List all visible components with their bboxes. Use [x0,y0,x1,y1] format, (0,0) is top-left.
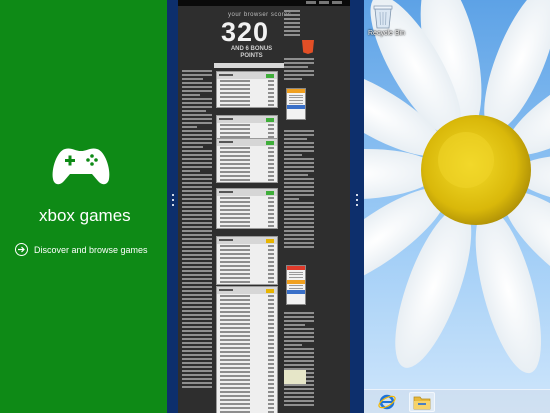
sidebar-text [284,312,314,408]
app-title: xbox games [39,206,131,225]
results-section [216,236,278,285]
sidebar-text [284,130,314,250]
desktop: Recycle Bin [364,0,550,413]
xbox-games-app: xbox games Discover and browse games [0,0,167,413]
discover-browse-label: Discover and browse games [34,244,148,255]
ad-thumbnail[interactable] [286,88,306,120]
discover-browse-link[interactable]: Discover and browse games [15,243,148,256]
internet-explorer-taskbar-button[interactable] [374,392,400,412]
footer-highlight [284,370,306,384]
internet-explorer-icon [378,394,396,410]
results-section [216,71,278,108]
ad-thumbnail[interactable] [286,265,306,305]
html5-logo-icon [302,40,314,54]
browser-page: your browser scores 320 AND 6 BONUS POIN… [178,0,350,413]
split-grip-icon[interactable] [356,194,358,206]
split-divider-left[interactable] [167,0,178,413]
bonus-line-1: AND 6 BONUS [230,46,273,52]
bonus-line-2: POINTS [240,53,263,59]
results-section [216,138,278,183]
file-explorer-icon [413,396,431,410]
recycle-bin-label[interactable]: Recycle Bin [368,30,405,37]
sidebar-text [284,58,314,82]
bonus-text: AND 6 BONUS POINTS [229,46,274,60]
top-right-text [284,10,300,38]
results-section [216,286,278,413]
score-value: 320 [221,17,270,47]
file-explorer-taskbar-button[interactable] [409,392,435,412]
search-strip[interactable] [214,63,284,68]
left-column-text [182,70,212,390]
results-section [216,115,278,140]
results-section [216,188,278,229]
daisy-wallpaper [364,0,550,413]
split-grip-icon[interactable] [171,194,174,206]
browser-top-bar [178,0,350,6]
circle-arrow-icon [15,243,28,256]
game-controller-icon [52,148,110,185]
recycle-bin-icon[interactable] [372,3,394,29]
split-divider-right[interactable] [350,0,364,413]
taskbar [364,389,550,413]
